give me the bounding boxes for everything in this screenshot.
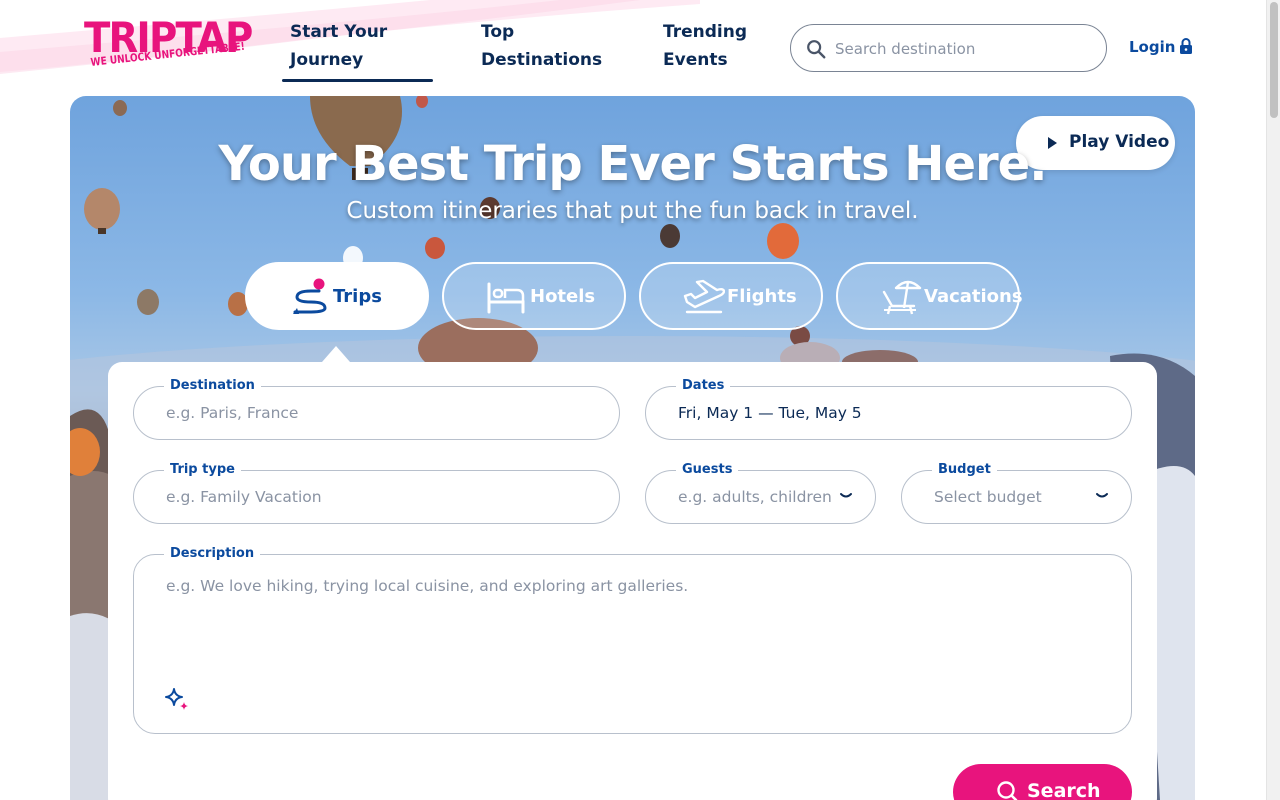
chevron-down-icon[interactable] [1095,491,1109,501]
hotel-bed-icon [487,282,525,314]
dates-field[interactable]: Dates Fri, May 1 — Tue, May 5 [645,378,1132,440]
destination-label: Destination [164,378,261,394]
destination-search[interactable] [790,24,1107,72]
chevron-down-icon[interactable] [839,491,853,501]
nav-label-line2: Events [663,50,728,70]
scrollbar-thumb[interactable] [1270,2,1278,118]
trip-type-label: Trip type [164,462,241,478]
hero-title: Your Best Trip Ever Starts Here. [218,136,1048,192]
tab-flights-label: Flights [727,286,797,307]
login-link[interactable]: Login [1129,38,1175,56]
destination-field[interactable]: Destination e.g. Paris, France [133,378,620,440]
description-textarea[interactable]: e.g. We love hiking, trying local cuisin… [166,577,688,595]
trip-type-field[interactable]: Trip type e.g. Family Vacation [133,462,620,524]
page-scrollbar[interactable] [1266,0,1280,800]
search-input[interactable] [835,37,1085,61]
tab-vacations[interactable]: Vacations [836,262,1023,330]
search-button-label: Search [1027,780,1101,800]
active-tab-pointer [322,346,350,362]
search-icon [807,40,826,59]
nav-label-line1: Start Your [290,22,388,42]
budget-field[interactable]: Budget Select budget [901,462,1132,524]
nav-label-line2: Journey [290,50,364,70]
triptap-logo[interactable]: TRIPTAP WE UNLOCK UNFORGETTABLE! [84,14,253,78]
trips-icon [293,278,327,314]
trip-search-form: Destination e.g. Paris, France Dates Fri… [108,362,1157,800]
site-header: TRIPTAP WE UNLOCK UNFORGETTABLE! Start Y… [0,0,1266,96]
guests-select[interactable]: e.g. adults, children [678,488,832,506]
search-icon [997,781,1018,800]
nav-label-line1: Trending [663,22,748,42]
nav-trending-events[interactable]: Trending Events [663,18,747,74]
tab-flights[interactable]: Flights [639,262,823,330]
guests-field[interactable]: Guests e.g. adults, children [645,462,876,524]
airplane-icon [683,279,725,314]
description-field[interactable]: Description e.g. We love hiking, trying … [133,546,1132,734]
beach-chair-icon [882,280,922,315]
guests-label: Guests [676,462,739,478]
tab-hotels[interactable]: Hotels [442,262,626,330]
tab-hotels-label: Hotels [530,286,596,307]
nav-label-line1: Top [481,22,515,42]
nav-start-your-journey[interactable]: Start Your Journey [290,18,387,74]
ai-sparkle-icon[interactable] [164,687,190,713]
tab-vacations-label: Vacations [924,286,1023,307]
budget-select[interactable]: Select budget [934,488,1042,506]
tab-trips-label: Trips [333,286,382,307]
nav-active-indicator [282,79,433,82]
dates-label: Dates [676,378,731,394]
tab-trips[interactable]: Trips [245,262,429,330]
nav-top-destinations[interactable]: Top Destinations [481,18,602,74]
dates-input[interactable]: Fri, May 1 — Tue, May 5 [678,404,862,422]
lock-icon[interactable] [1179,38,1193,54]
search-button[interactable]: Search [953,764,1132,800]
destination-input[interactable]: e.g. Paris, France [166,404,298,422]
budget-label: Budget [932,462,997,478]
nav-label-line2: Destinations [481,50,603,70]
hero-subtitle: Custom itineraries that put the fun back… [346,198,919,224]
hero-section: Play Video Your Best Trip Ever Starts He… [70,96,1195,800]
description-label: Description [164,546,261,562]
trip-type-input[interactable]: e.g. Family Vacation [166,488,322,506]
